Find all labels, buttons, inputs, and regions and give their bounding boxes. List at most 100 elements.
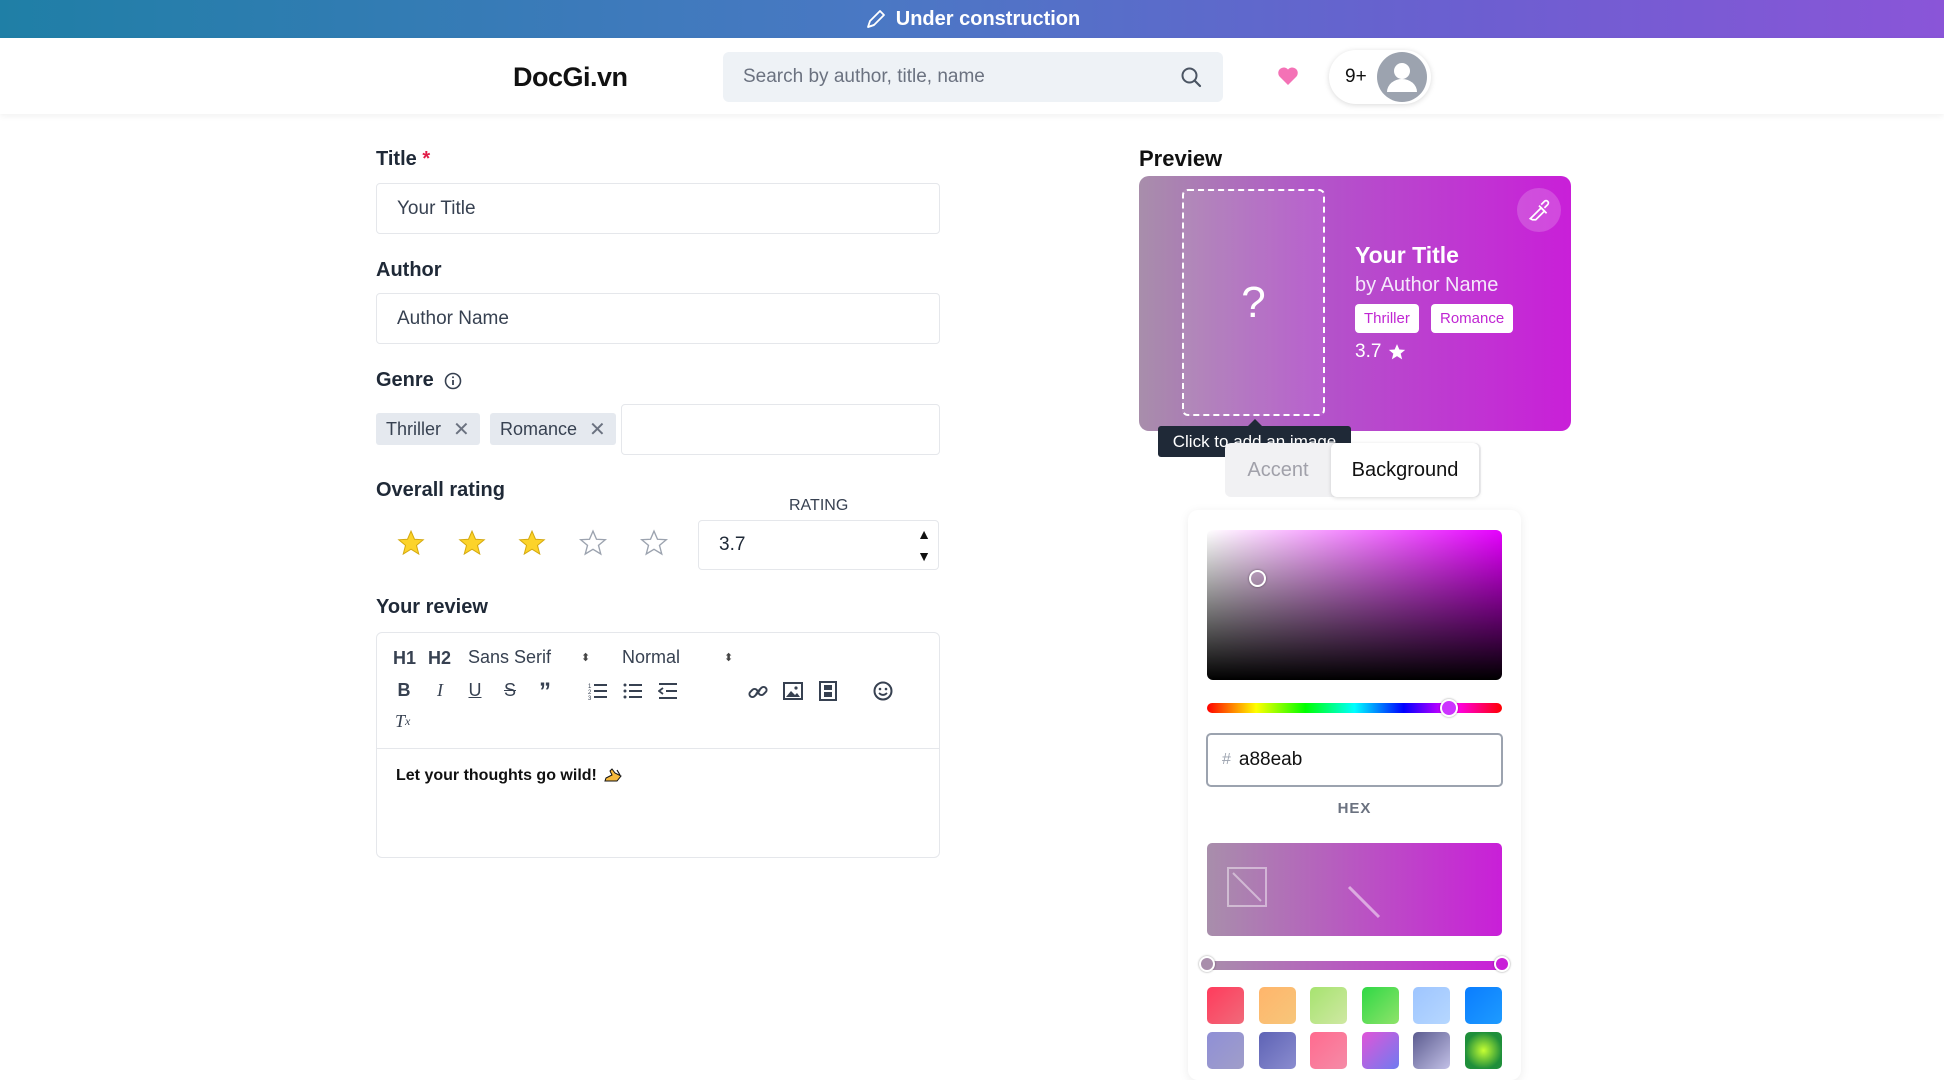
hue-slider[interactable] (1207, 699, 1502, 717)
heading1-button[interactable]: H1 (393, 648, 416, 669)
preview-rating-value: 3.7 (1355, 341, 1382, 362)
color-swatch[interactable] (1413, 1032, 1450, 1069)
hex-input[interactable]: a88eab (1239, 749, 1302, 771)
star-icon-4[interactable] (578, 528, 608, 558)
decrement-icon[interactable]: ▼ (914, 545, 934, 567)
color-swatch[interactable] (1207, 1032, 1244, 1069)
tab-background[interactable]: Background (1331, 443, 1479, 497)
hash-symbol: # (1222, 751, 1231, 768)
rating-input[interactable]: 3.7 (719, 534, 745, 556)
color-swatch[interactable] (1464, 987, 1502, 1024)
review-label: Your review (376, 596, 488, 618)
svg-text:3: 3 (588, 696, 592, 700)
tab-accent[interactable]: Accent (1225, 443, 1331, 497)
increment-icon[interactable]: ▲ (914, 523, 934, 545)
genre-label: Genre (376, 369, 462, 392)
preview-title: Your Title (1355, 242, 1459, 268)
color-swatch[interactable] (1258, 1032, 1296, 1069)
editor-toolbar: H1 H2 Sans Serif ⬍ Normal ⬍ B I U S ” 12… (377, 633, 939, 749)
font-select-label: Sans Serif (468, 647, 552, 667)
author-field (376, 293, 940, 344)
strikethrough-icon[interactable]: S (501, 680, 519, 701)
quote-icon[interactable]: ” (535, 678, 555, 706)
preview-genre-chip: Thriller (1355, 304, 1419, 333)
preview-card: ? Your Title by Author Name Thriller Rom… (1139, 176, 1571, 431)
remove-genre-icon[interactable]: ✕ (453, 417, 470, 442)
color-swatch[interactable] (1361, 987, 1399, 1024)
search-bar (723, 52, 1223, 102)
banner-text: Under construction (895, 7, 1081, 30)
color-swatch[interactable] (1413, 987, 1450, 1024)
italic-icon[interactable]: I (431, 680, 449, 701)
ordered-list-icon[interactable]: 123 (588, 682, 608, 700)
size-select[interactable]: Normal ⬍ (622, 647, 733, 668)
author-label: Author (376, 259, 442, 281)
logo[interactable]: DocGi.vn (513, 62, 628, 93)
color-swatch[interactable] (1464, 1032, 1502, 1069)
construction-banner: Under construction (0, 0, 1944, 38)
genre-label-text: Genre (376, 369, 434, 391)
select-arrow-icon: ⬍ (581, 652, 591, 664)
preview-rating: 3.7 (1355, 341, 1407, 363)
genre-chip-label: Romance (500, 418, 578, 439)
editor-text: Let your thoughts go wild! (396, 767, 597, 784)
font-select[interactable]: Sans Serif ⬍ (468, 647, 590, 668)
image-upload-slot[interactable]: ? (1182, 189, 1325, 416)
saturation-value-area[interactable] (1207, 530, 1502, 680)
heading2-button[interactable]: H2 (428, 648, 451, 669)
genre-chip-romance: Romance ✕ (490, 413, 616, 445)
saturation-handle[interactable] (1249, 570, 1266, 587)
remove-genre-icon[interactable]: ✕ (589, 417, 606, 442)
info-icon[interactable] (444, 372, 462, 390)
outdent-icon[interactable] (658, 682, 678, 700)
search-input[interactable] (743, 66, 1179, 88)
emoji-icon[interactable] (873, 681, 893, 701)
gradient-stop-icon[interactable] (1227, 867, 1267, 907)
gradient-slider[interactable] (1199, 956, 1510, 972)
gradient-start-handle[interactable] (1199, 956, 1215, 972)
edit-color-button[interactable] (1517, 188, 1561, 232)
avatar[interactable] (1376, 52, 1427, 102)
rating-label: Overall rating (376, 479, 505, 501)
author-input[interactable] (397, 307, 939, 330)
gradient-end-handle[interactable] (1494, 956, 1510, 972)
genre-chip-thriller: Thriller ✕ (376, 413, 480, 445)
color-swatch[interactable] (1310, 987, 1347, 1024)
preview-author: by Author Name (1355, 274, 1499, 296)
clear-format-icon[interactable]: Tx (395, 711, 410, 732)
bold-icon[interactable]: B (395, 680, 413, 701)
title-label-text: Title (376, 148, 417, 170)
bullet-list-icon[interactable] (623, 682, 643, 700)
genre-chip-label: Thriller (386, 418, 442, 439)
gradient-preview[interactable] (1207, 843, 1502, 936)
color-swatch[interactable] (1310, 1032, 1347, 1069)
image-icon[interactable] (783, 682, 803, 700)
link-icon[interactable] (748, 682, 768, 702)
star-icon-1[interactable] (396, 528, 426, 558)
gradient-angle-icon[interactable] (1347, 885, 1381, 919)
star-icon-2[interactable] (457, 528, 487, 558)
genre-input[interactable] (642, 418, 939, 441)
search-icon[interactable] (1179, 65, 1203, 89)
notification-button[interactable]: 9+ (1329, 50, 1431, 104)
star-icon-3[interactable] (517, 528, 547, 558)
editor-content[interactable]: Let your thoughts go wild! (396, 767, 623, 785)
underline-icon[interactable]: U (466, 680, 484, 701)
size-select-label: Normal (622, 647, 681, 667)
heading1-label: H1 (393, 648, 417, 668)
color-swatch[interactable] (1207, 987, 1244, 1024)
color-target-tabs: Accent Background (1225, 443, 1481, 497)
eyedropper-icon (1528, 199, 1550, 221)
notification-count: 9+ (1345, 66, 1367, 87)
color-swatch[interactable] (1258, 987, 1296, 1024)
hex-label: HEX (1337, 800, 1372, 817)
heart-icon[interactable] (1276, 64, 1300, 88)
hue-handle[interactable] (1440, 699, 1458, 717)
star-icon-5[interactable] (639, 528, 669, 558)
select-arrow-icon: ⬍ (724, 652, 734, 664)
preview-label: Preview (1139, 146, 1223, 171)
color-swatch[interactable] (1361, 1032, 1399, 1069)
video-icon[interactable] (818, 681, 838, 701)
navbar: DocGi.vn 9+ (0, 38, 1944, 114)
title-input[interactable] (397, 197, 939, 220)
